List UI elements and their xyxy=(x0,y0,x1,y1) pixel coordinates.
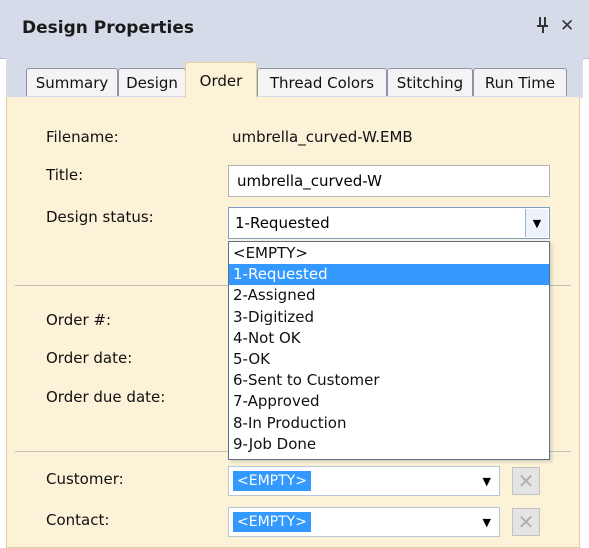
dropdown-option[interactable]: 9-Job Done xyxy=(229,434,549,455)
chevron-down-icon[interactable]: ▼ xyxy=(483,516,491,529)
title-input-value: umbrella_curved-W xyxy=(237,172,382,190)
dropdown-option[interactable]: 2-Assigned xyxy=(229,285,549,306)
clear-icon: ✕ xyxy=(517,469,535,493)
tab-stitching[interactable]: Stitching xyxy=(387,68,473,96)
close-icon[interactable]: ✕ xyxy=(560,16,574,36)
design-status-select[interactable]: 1-Requested ▼ xyxy=(228,207,550,239)
tab-design[interactable]: Design xyxy=(118,68,186,96)
contact-label: Contact: xyxy=(46,511,110,529)
tab-run-time[interactable]: Run Time xyxy=(473,68,567,96)
order-date-label: Order date: xyxy=(46,349,133,367)
title-label: Title: xyxy=(46,166,84,184)
tab-order[interactable]: Order xyxy=(185,62,257,98)
dropdown-option[interactable]: 8-In Production xyxy=(229,413,549,434)
dropdown-option[interactable]: 3-Digitized xyxy=(229,307,549,328)
filename-label: Filename: xyxy=(46,128,119,146)
contact-select[interactable]: <EMPTY> ▼ xyxy=(228,507,500,537)
dropdown-option[interactable]: 4-Not OK xyxy=(229,328,549,349)
chevron-down-icon[interactable]: ▼ xyxy=(525,209,548,237)
dropdown-option[interactable]: 6-Sent to Customer xyxy=(229,370,549,391)
design-status-label: Design status: xyxy=(46,208,154,226)
chevron-down-icon[interactable]: ▼ xyxy=(483,475,491,488)
order-due-date-label: Order due date: xyxy=(46,388,166,406)
design-status-value: 1-Requested xyxy=(235,214,330,232)
tab-thread-colors[interactable]: Thread Colors xyxy=(257,68,387,96)
contact-value: <EMPTY> xyxy=(233,512,311,532)
customer-label: Customer: xyxy=(46,470,124,488)
clear-customer-button[interactable]: ✕ xyxy=(512,467,540,495)
clear-contact-button[interactable]: ✕ xyxy=(512,508,540,536)
title-input[interactable]: umbrella_curved-W xyxy=(228,165,550,197)
order-number-label: Order #: xyxy=(46,311,112,329)
panel-title: Design Properties xyxy=(22,18,194,38)
pin-icon[interactable] xyxy=(536,16,550,39)
tab-summary[interactable]: Summary xyxy=(26,68,118,96)
dropdown-option[interactable]: 5-OK xyxy=(229,349,549,370)
customer-select[interactable]: <EMPTY> ▼ xyxy=(228,466,500,496)
clear-icon: ✕ xyxy=(517,510,535,534)
dropdown-option-selected[interactable]: 1-Requested xyxy=(229,264,549,286)
customer-value: <EMPTY> xyxy=(233,471,311,491)
dropdown-option[interactable]: <EMPTY> xyxy=(229,243,549,264)
dropdown-option[interactable]: 7-Approved xyxy=(229,391,549,412)
design-status-dropdown[interactable]: <EMPTY> 1-Requested 2-Assigned 3-Digitiz… xyxy=(228,241,550,460)
filename-value: umbrella_curved-W.EMB xyxy=(232,128,413,146)
